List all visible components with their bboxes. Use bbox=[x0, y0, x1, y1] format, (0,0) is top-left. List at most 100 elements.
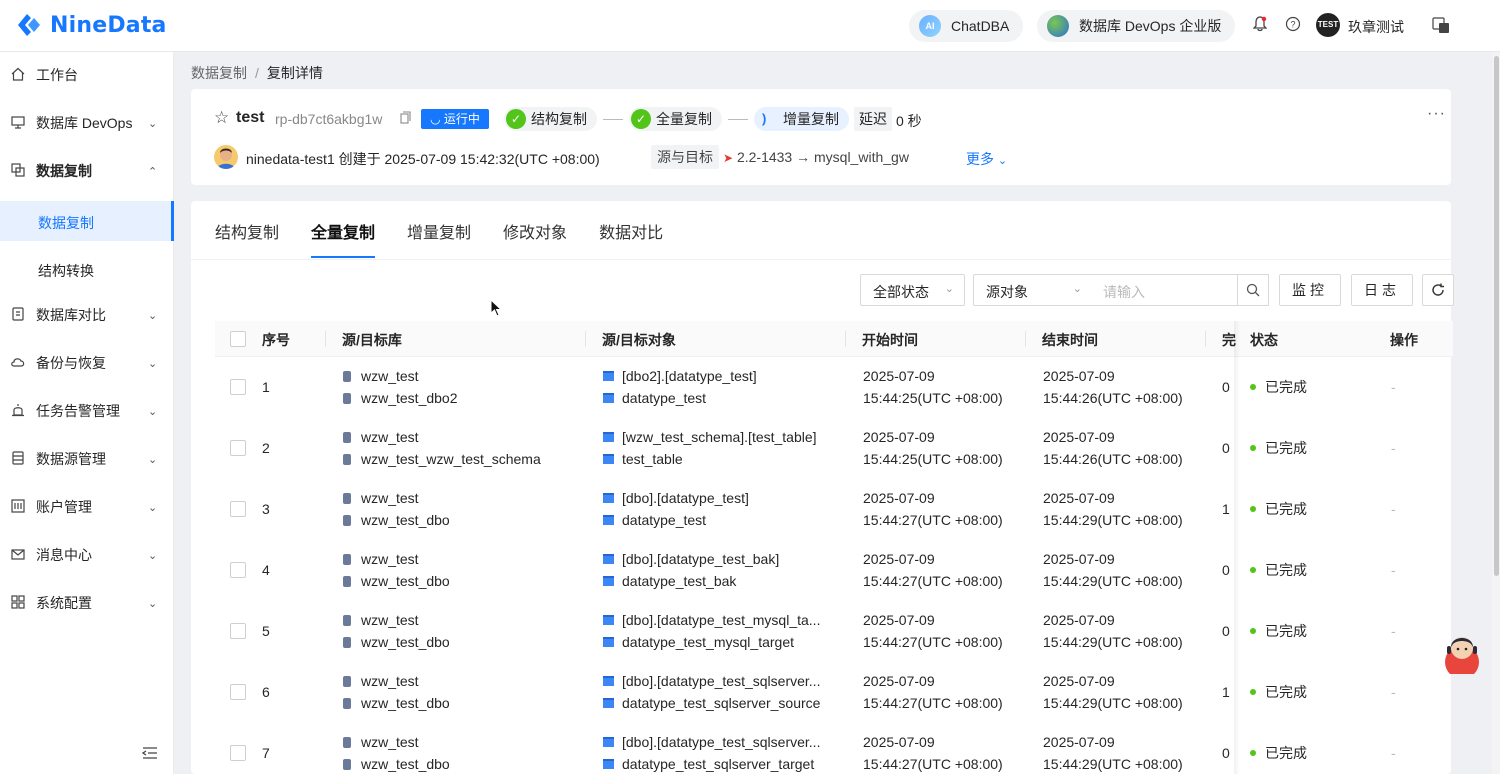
search-input[interactable]: 请输入 bbox=[1092, 274, 1238, 306]
row-checkbox[interactable] bbox=[230, 745, 246, 761]
row-number: 5 bbox=[262, 623, 270, 639]
sidebar-item-db-compare[interactable]: 数据库对比 ⌄ bbox=[0, 295, 174, 335]
source-object-name: [wzw_test_schema].[test_table] bbox=[622, 429, 817, 445]
compare-icon bbox=[10, 307, 26, 323]
user-name[interactable]: 玖章测试 bbox=[1348, 17, 1404, 37]
status-filter-select[interactable]: 全部状态 ⌄ bbox=[860, 274, 965, 306]
database-icon bbox=[343, 554, 351, 565]
table-row[interactable]: 2 wzw_test wzw_test_wzw_test_schema [wzw_te… bbox=[215, 418, 1453, 479]
more-actions-icon[interactable]: ··· bbox=[1427, 105, 1446, 123]
sidebar-item-alarm[interactable]: 任务告警管理 ⌄ bbox=[0, 391, 174, 431]
table-row[interactable]: 7 wzw_test wzw_test_dbo [dbo].[datatype_tes… bbox=[215, 723, 1453, 774]
table-row[interactable]: 5 wzw_test wzw_test_dbo [dbo].[datatype_tes… bbox=[215, 601, 1453, 662]
sidebar-item-datasource[interactable]: 数据源管理 ⌄ bbox=[0, 439, 174, 479]
sidebar-item-messages[interactable]: 消息中心 ⌄ bbox=[0, 535, 174, 575]
table-row[interactable]: 6 wzw_test wzw_test_dbo [dbo].[datatype_tes… bbox=[215, 662, 1453, 723]
source-db-name: wzw_test bbox=[361, 368, 419, 384]
avatar[interactable]: TEST bbox=[1316, 13, 1340, 37]
table-row[interactable]: 4 wzw_test wzw_test_dbo [dbo].[datatype_tes… bbox=[215, 540, 1453, 601]
devops-edition-button[interactable]: 数据库 DevOps 企业版 bbox=[1037, 10, 1236, 42]
task-id: rp-db7ct6akbg1w bbox=[275, 111, 383, 127]
target-object: datatype_test_bak bbox=[603, 570, 736, 592]
table-icon bbox=[603, 759, 614, 769]
object-filter-select[interactable]: 源对象 ⌄ bbox=[973, 274, 1093, 306]
target-db-name: wzw_test_dbo bbox=[361, 573, 450, 589]
tab-incremental-copy[interactable]: 增量复制 bbox=[407, 219, 471, 259]
table-row[interactable]: 1 wzw_test wzw_test_dbo2 [dbo2].[datatype_t… bbox=[215, 357, 1453, 418]
chatdba-button[interactable]: AI ChatDBA bbox=[909, 10, 1024, 42]
column-header-object[interactable]: 源/目标对象 bbox=[602, 330, 676, 350]
sidebar-item-workbench[interactable]: 工作台 bbox=[0, 55, 174, 95]
start-date: 2025-07-09 bbox=[863, 551, 935, 567]
chevron-down-icon: ⌄ bbox=[944, 283, 954, 295]
step-connector bbox=[603, 119, 623, 120]
column-header-db[interactable]: 源/目标库 bbox=[342, 330, 402, 350]
log-button[interactable]: 日志 bbox=[1351, 274, 1413, 306]
status-filter-value: 全部状态 bbox=[873, 284, 929, 300]
table-icon bbox=[603, 371, 614, 381]
search-button[interactable] bbox=[1237, 274, 1269, 306]
bell-icon[interactable] bbox=[1251, 16, 1269, 34]
row-actions: - bbox=[1391, 684, 1396, 700]
tab-modify-objects[interactable]: 修改对象 bbox=[503, 219, 567, 259]
completed-count: 0 bbox=[1222, 440, 1230, 456]
delay-value: 0 秒 bbox=[896, 113, 922, 129]
select-all-checkbox[interactable] bbox=[230, 331, 246, 347]
sidebar-item-backup[interactable]: 备份与恢复 ⌄ bbox=[0, 343, 174, 383]
copy-id-icon[interactable] bbox=[400, 111, 411, 127]
refresh-button[interactable] bbox=[1422, 274, 1454, 306]
target-object-name: datatype_test_mysql_target bbox=[622, 634, 794, 650]
tab-full-copy[interactable]: 全量复制 bbox=[311, 219, 376, 259]
column-header-end[interactable]: 结束时间 bbox=[1042, 330, 1098, 350]
column-header-no[interactable]: 序号 bbox=[262, 330, 290, 350]
row-checkbox[interactable] bbox=[230, 562, 246, 578]
sidebar-item-settings[interactable]: 系统配置 ⌄ bbox=[0, 583, 174, 623]
task-info-card: ☆ test rp-db7ct6akbg1w ◡ 运行中 ✓ 结构复制 ✓ 全量… bbox=[191, 89, 1451, 185]
ai-icon: AI bbox=[919, 15, 941, 37]
column-header-start[interactable]: 开始时间 bbox=[862, 330, 918, 350]
step-full[interactable]: ✓ 全量复制 bbox=[629, 107, 722, 131]
column-header-status[interactable]: 状态 bbox=[1250, 330, 1278, 350]
star-icon[interactable]: ☆ bbox=[214, 108, 229, 128]
row-checkbox[interactable] bbox=[230, 379, 246, 395]
check-icon: ✓ bbox=[631, 109, 651, 129]
collapse-sidebar-icon[interactable] bbox=[141, 746, 158, 765]
end-time: 15:44:29(UTC +08:00) bbox=[1043, 573, 1183, 589]
target-object: test_table bbox=[603, 448, 683, 470]
sidebar-item-label: 数据源管理 bbox=[36, 451, 106, 467]
monitor-button[interactable]: 监控 bbox=[1279, 274, 1341, 306]
target-object-name: datatype_test_sqlserver_source bbox=[622, 695, 821, 711]
more-link[interactable]: 更多 ⌄ bbox=[966, 149, 1007, 169]
step-schema[interactable]: ✓ 结构复制 bbox=[504, 107, 597, 131]
status-dot-icon bbox=[1250, 689, 1256, 695]
tab-data-compare[interactable]: 数据对比 bbox=[599, 219, 663, 259]
source-object-name: [dbo].[datatype_test_bak] bbox=[622, 551, 780, 567]
language-icon[interactable] bbox=[1432, 16, 1450, 34]
tab-schema-copy[interactable]: 结构复制 bbox=[215, 219, 279, 259]
step-incremental[interactable]: ) 增量复制 bbox=[754, 107, 849, 131]
sidebar-subitem-label: 结构转换 bbox=[38, 263, 94, 279]
table-row[interactable]: 3 wzw_test wzw_test_dbo [dbo].[datatype_tes… bbox=[215, 479, 1453, 540]
logo[interactable]: NineData bbox=[14, 10, 167, 40]
row-checkbox[interactable] bbox=[230, 501, 246, 517]
row-checkbox[interactable] bbox=[230, 623, 246, 639]
row-checkbox[interactable] bbox=[230, 440, 246, 456]
help-icon[interactable]: ? bbox=[1284, 16, 1302, 34]
sidebar-item-devops[interactable]: 数据库 DevOps ⌄ bbox=[0, 103, 174, 143]
row-checkbox[interactable] bbox=[230, 684, 246, 700]
database-icon bbox=[343, 759, 351, 770]
status-text: 已完成 bbox=[1265, 562, 1307, 578]
page-scrollbar-thumb[interactable] bbox=[1494, 56, 1499, 576]
source-object: [dbo].[datatype_test_sqlserver... bbox=[603, 731, 820, 753]
support-assistant-icon[interactable] bbox=[1443, 632, 1481, 679]
sidebar-item-replication[interactable]: 数据复制 ⌃ bbox=[0, 151, 174, 191]
sidebar-subitem-schema-convert[interactable]: 结构转换 bbox=[0, 249, 174, 289]
database-icon bbox=[343, 576, 351, 587]
sidebar-item-account[interactable]: 账户管理 ⌄ bbox=[0, 487, 174, 527]
source-target-value: ➤ 2.2-1433 → mysql_with_gw bbox=[723, 149, 909, 165]
column-divider bbox=[325, 331, 326, 347]
sidebar-subitem-replication[interactable]: 数据复制 bbox=[0, 201, 174, 241]
breadcrumb-parent[interactable]: 数据复制 bbox=[191, 65, 247, 81]
creator-avatar bbox=[214, 145, 238, 169]
database-icon bbox=[343, 454, 351, 465]
